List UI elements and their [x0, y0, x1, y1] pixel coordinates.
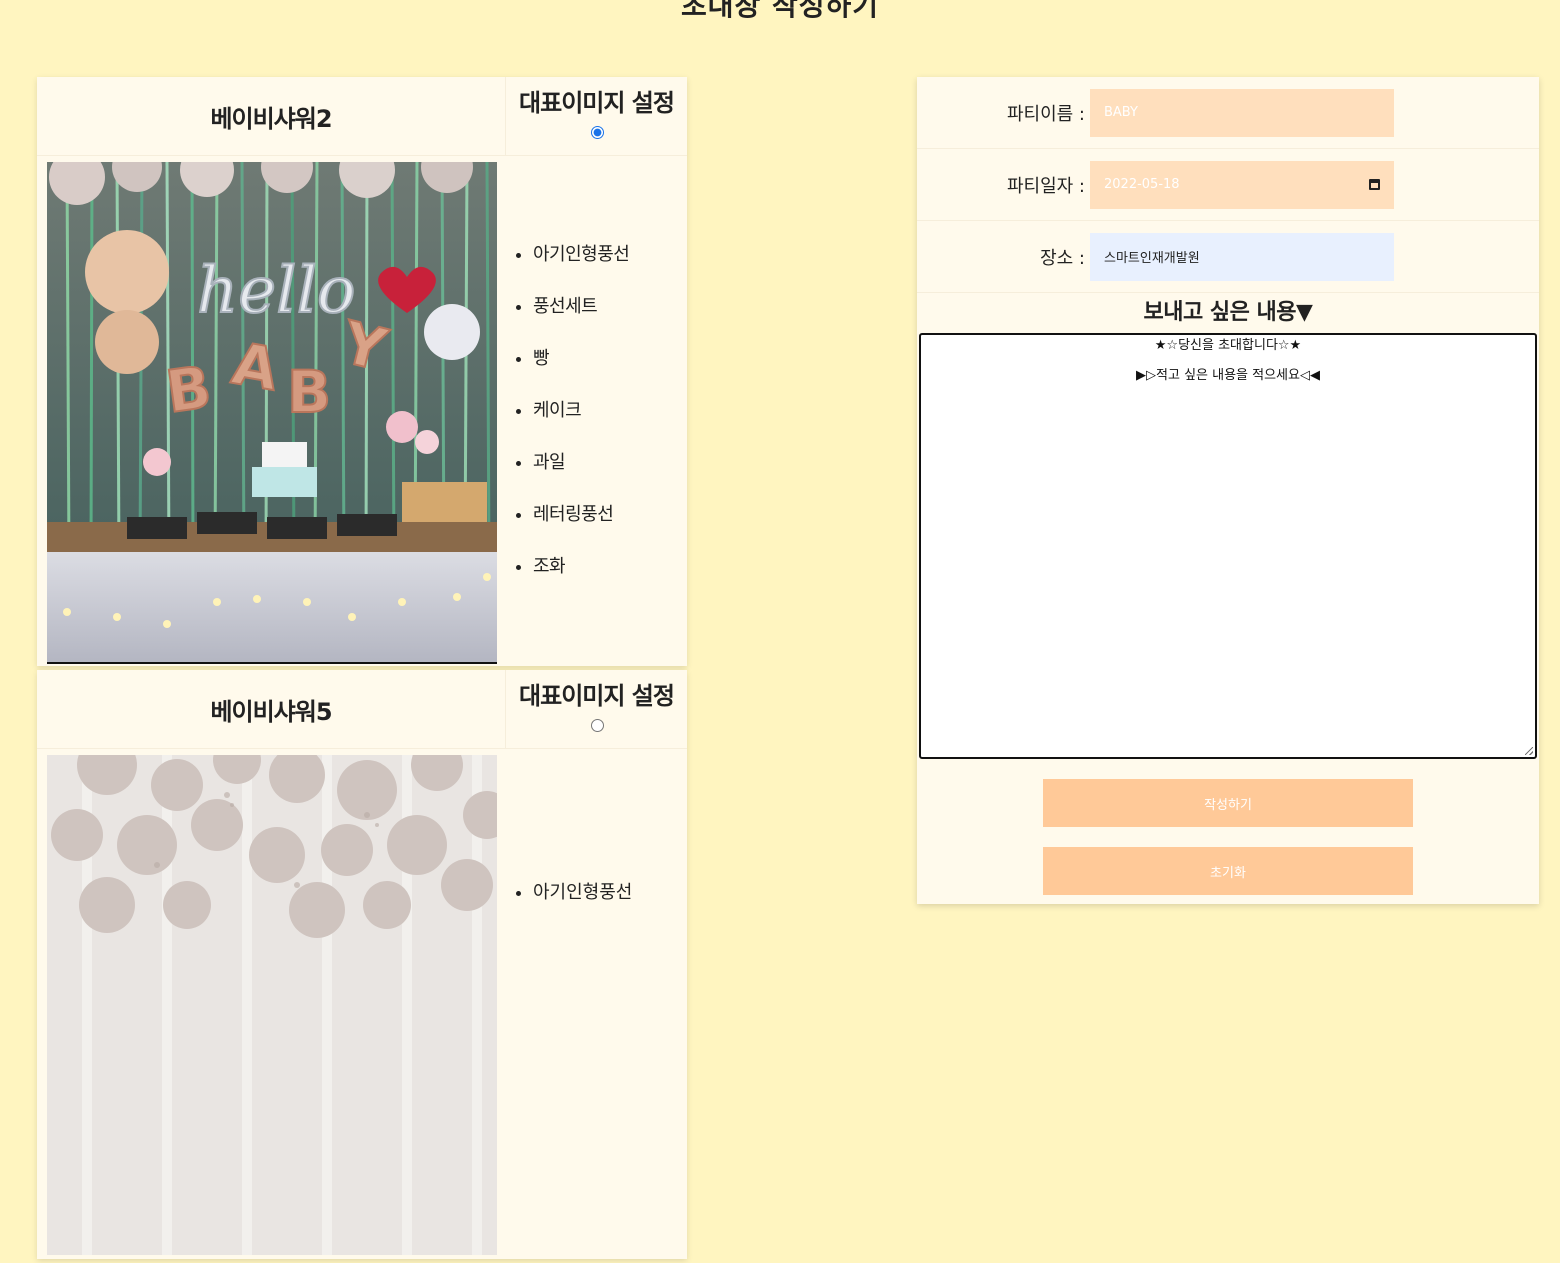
representative-image-radio[interactable] [591, 719, 604, 732]
photo-balloon-text: hello [197, 254, 356, 328]
list-item: 풍선세트 [533, 281, 629, 333]
list-item: 조화 [533, 541, 629, 593]
party-date-row: 파티일자 : 2022-05-18 [917, 149, 1539, 221]
reset-button[interactable]: 초기화 [1043, 847, 1413, 895]
place-input[interactable]: 스마트인재개발원 [1090, 232, 1394, 281]
party-card-body: 아기인형풍선 [37, 749, 687, 1259]
party-name-row: 파티이름 : BABY [917, 77, 1539, 149]
party-list: 베이비샤워2 대표이미지 설정 hello B A B Y • 아기인형풍선 •… [37, 77, 687, 1263]
party-name-label: 파티이름 : [1006, 103, 1085, 125]
party-date-input[interactable]: 2022-05-18 [1090, 160, 1394, 209]
list-item: 케이크 [533, 385, 629, 437]
list-item: 과일 [533, 437, 629, 489]
place-value: 스마트인재개발원 [1104, 251, 1200, 266]
invitation-form: 파티이름 : BABY 파티일자 : 2022-05-18 장소 : 스마트인재… [917, 77, 1539, 904]
content-title: 보내고 싶은 내용▼ [1143, 300, 1313, 325]
party-date-label: 파티일자 : [1006, 175, 1085, 197]
party-name-value: BABY [1104, 105, 1138, 120]
party-card: 베이비샤워5 대표이미지 설정 • 아기인형풍선 [37, 670, 687, 1259]
party-card-header: 베이비샤워2 대표이미지 설정 [37, 77, 687, 156]
representative-image-radio[interactable] [591, 126, 604, 139]
party-name-input[interactable]: BABY [1090, 88, 1394, 137]
party-card: 베이비샤워2 대표이미지 설정 hello B A B Y • 아기인형풍선 •… [37, 77, 687, 666]
representative-image-label: 대표이미지 설정 [519, 682, 675, 710]
party-card-header: 베이비샤워5 대표이미지 설정 [37, 670, 687, 749]
party-photo [47, 755, 497, 1255]
resize-handle-icon[interactable] [1525, 747, 1533, 755]
page-title: 초대장 작성하기 [680, 0, 880, 22]
representative-image-setting: 대표이미지 설정 [506, 670, 687, 748]
party-card-body: hello B A B Y • 아기인형풍선 • 풍선세트 • 빵 • 케이크 … [37, 156, 687, 666]
content-line-1: ★☆당신을 초대합니다☆★ [1154, 338, 1302, 353]
party-photo: hello B A B Y [47, 162, 497, 664]
svg-text:B: B [162, 353, 215, 426]
balloon-photo [47, 755, 497, 1255]
representative-image-label: 대표이미지 설정 [519, 89, 675, 117]
list-item: 레터링풍선 [533, 489, 629, 541]
representative-image-setting: 대표이미지 설정 [506, 77, 687, 155]
list-item: 아기인형풍선 [533, 867, 632, 919]
party-name: 베이비샤워2 [37, 77, 506, 155]
content-textarea[interactable]: ★☆당신을 초대합니다☆★ ▶▷적고 싶은 내용을 적으세요◁◀ [919, 333, 1537, 759]
content-line-2: ▶▷적고 싶은 내용을 적으세요◁◀ [1136, 368, 1320, 383]
calendar-icon[interactable] [1369, 179, 1380, 190]
list-item: 빵 [533, 333, 629, 385]
party-item-list: 아기인형풍선 풍선세트 빵 케이크 과일 레터링풍선 조화 [497, 229, 630, 593]
svg-text:B: B [287, 358, 331, 426]
party-name: 베이비샤워5 [37, 670, 506, 748]
party-item-list: 아기인형풍선 [497, 749, 632, 1259]
party-date-value: 2022-05-18 [1104, 177, 1180, 192]
baby-shower-photo: hello B A B Y [47, 162, 497, 662]
place-label: 장소 : [1040, 247, 1085, 269]
list-item: 아기인형풍선 [533, 229, 630, 281]
submit-button[interactable]: 작성하기 [1043, 779, 1413, 827]
place-row: 장소 : 스마트인재개발원 [917, 221, 1539, 293]
